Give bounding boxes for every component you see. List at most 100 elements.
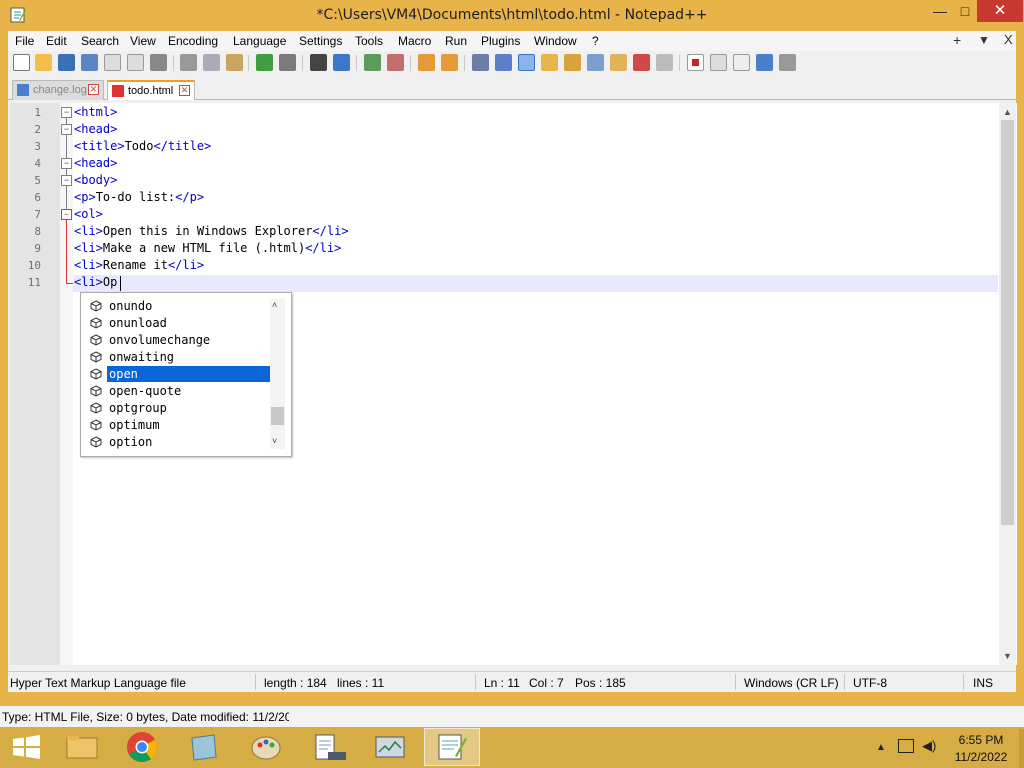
network-icon[interactable] — [898, 739, 914, 753]
code-line[interactable]: <li>Rename it</li> — [74, 258, 204, 272]
menu-macro[interactable]: Macro — [398, 34, 431, 48]
word-wrap-icon[interactable] — [472, 54, 489, 71]
autocomplete-scrollbar-thumb[interactable] — [271, 407, 284, 425]
save-icon[interactable] — [58, 54, 75, 71]
tab-list-dropdown-icon[interactable]: ▼ — [978, 33, 990, 47]
maximize-button[interactable]: □ — [953, 0, 977, 22]
status-encoding[interactable]: UTF-8 — [853, 676, 887, 690]
menu-encoding[interactable]: Encoding — [168, 34, 218, 48]
save-all-icon[interactable] — [81, 54, 98, 71]
autocomplete-item[interactable]: option — [87, 434, 269, 451]
code-line[interactable]: <li>Make a new HTML file (.html)</li> — [74, 241, 341, 255]
folder-workspace-icon[interactable] — [610, 54, 627, 71]
copy-icon[interactable] — [203, 54, 220, 71]
paste-icon[interactable] — [226, 54, 243, 71]
notepadpp-icon[interactable] — [424, 728, 480, 766]
close-file-icon[interactable] — [104, 54, 121, 71]
show-all-chars-icon[interactable] — [495, 54, 512, 71]
play-macro-icon[interactable] — [733, 54, 750, 71]
autocomplete-item[interactable]: optimum — [87, 417, 269, 434]
code-line[interactable]: <head> — [74, 122, 117, 136]
udl-icon[interactable] — [541, 54, 558, 71]
close-all-icon[interactable] — [127, 54, 144, 71]
menu-plugins[interactable]: Plugins — [481, 34, 520, 48]
menu-tools[interactable]: Tools — [355, 34, 383, 48]
code-line[interactable]: <p>To-do list:</p> — [74, 190, 204, 204]
menu-language[interactable]: Language — [233, 34, 286, 48]
autocomplete-item[interactable]: onwaiting — [87, 349, 269, 366]
status-insert-mode[interactable]: INS — [973, 676, 993, 690]
autocomplete-item[interactable]: open-quote — [87, 383, 269, 400]
menu-window[interactable]: Window — [534, 34, 577, 48]
code-line[interactable]: <head> — [74, 156, 117, 170]
sync-horizontal-icon[interactable] — [441, 54, 458, 71]
menu-search[interactable]: Search — [81, 34, 119, 48]
indent-guide-icon[interactable] — [518, 54, 535, 71]
undo-icon[interactable] — [256, 54, 273, 71]
scroll-up-arrow-icon[interactable]: ▲ — [1000, 107, 1015, 117]
windows-start-icon[interactable] — [0, 728, 56, 766]
replace-icon[interactable] — [333, 54, 350, 71]
autocomplete-scrollbar[interactable] — [270, 299, 285, 449]
scrollbar-thumb[interactable] — [1001, 120, 1014, 525]
new-file-icon[interactable] — [13, 54, 30, 71]
volume-icon[interactable]: ◀) — [922, 738, 936, 754]
find-icon[interactable] — [310, 54, 327, 71]
menu-settings[interactable]: Settings — [299, 34, 342, 48]
show-desktop-button[interactable] — [1019, 729, 1024, 768]
close-tab-icon[interactable]: ✕ — [179, 85, 190, 96]
chrome-icon[interactable] — [114, 728, 170, 766]
menu-view[interactable]: View — [130, 34, 156, 48]
paint-icon[interactable] — [238, 728, 294, 766]
print-icon[interactable] — [150, 54, 167, 71]
tray-clock-date[interactable]: 11/2/2022 — [950, 750, 1012, 764]
autocomplete-item[interactable]: open — [87, 366, 271, 383]
record-macro-icon[interactable] — [687, 54, 704, 71]
menu-file[interactable]: File — [15, 34, 34, 48]
menu-run[interactable]: Run — [445, 34, 467, 48]
tray-clock-time[interactable]: 6:55 PM — [950, 733, 1012, 747]
minimize-button[interactable]: — — [927, 0, 953, 22]
show-hidden-icons-icon[interactable]: ▲ — [876, 742, 886, 753]
autocomplete-item[interactable]: onvolumechange — [87, 332, 269, 349]
function-list-icon[interactable] — [587, 54, 604, 71]
code-line[interactable]: <li>Op — [74, 275, 117, 289]
autocomplete-item[interactable]: onundo — [87, 298, 269, 315]
fold-toggle-icon[interactable]: − — [61, 175, 72, 186]
code-line[interactable]: <body> — [74, 173, 117, 187]
open-file-icon[interactable] — [35, 54, 52, 71]
zoom-in-icon[interactable] — [364, 54, 381, 71]
autocomplete-item[interactable]: optgroup — [87, 400, 269, 417]
fold-toggle-icon[interactable]: − — [61, 209, 72, 220]
status-eol[interactable]: Windows (CR LF) — [744, 676, 839, 690]
chevron-up-icon[interactable]: ˄ — [272, 300, 277, 310]
notebook-app-icon[interactable] — [176, 728, 232, 766]
code-line[interactable]: <li>Open this in Windows Explorer</li> — [74, 224, 349, 238]
fold-toggle-icon[interactable]: − — [61, 107, 72, 118]
new-tab-plus-icon[interactable]: + — [953, 32, 961, 48]
code-line[interactable]: <ol> — [74, 207, 103, 221]
run-macro-multiple-icon[interactable] — [756, 54, 773, 71]
stop-record-icon[interactable] — [710, 54, 727, 71]
menu-edit[interactable]: Edit — [46, 34, 67, 48]
cut-icon[interactable] — [180, 54, 197, 71]
save-macro-icon[interactable] — [779, 54, 796, 71]
notepad-icon[interactable] — [300, 728, 356, 766]
file-explorer-icon[interactable] — [55, 728, 111, 766]
scroll-down-arrow-icon[interactable]: ▼ — [1000, 651, 1015, 661]
monitoring-icon[interactable] — [633, 54, 650, 71]
menu-help[interactable]: ? — [592, 34, 599, 48]
doc-map-icon[interactable] — [564, 54, 581, 71]
sync-vertical-icon[interactable] — [418, 54, 435, 71]
close-window-button[interactable]: ✕ — [977, 0, 1023, 22]
redo-icon[interactable] — [279, 54, 296, 71]
code-line[interactable]: <title>Todo</title> — [74, 139, 211, 153]
chevron-down-icon[interactable]: ˅ — [272, 436, 277, 446]
eye-icon[interactable] — [656, 54, 673, 71]
zoom-out-icon[interactable] — [387, 54, 404, 71]
close-document-icon[interactable]: X — [1004, 32, 1013, 47]
task-manager-icon[interactable] — [362, 728, 418, 766]
tab-change-log[interactable]: change.log ✕ — [12, 80, 104, 100]
tab-todo-html[interactable]: todo.html ✕ — [107, 80, 195, 100]
fold-toggle-icon[interactable]: − — [61, 124, 72, 135]
